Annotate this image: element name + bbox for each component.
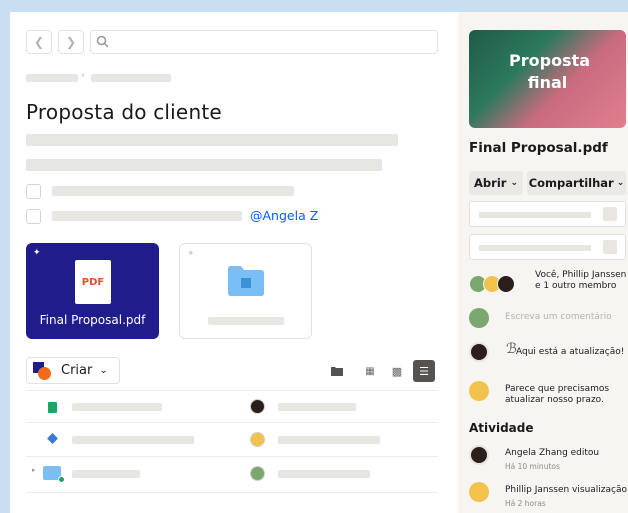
main-pane: ❮ ❯ › Proposta do cliente @Angela Z ✦ PD… <box>10 12 458 513</box>
search-icon <box>96 35 109 48</box>
pin-icon[interactable]: ✦ <box>187 249 195 259</box>
open-button[interactable]: Abrir ⌄ <box>469 171 523 195</box>
owner-placeholder <box>278 436 380 444</box>
file-card-pdf[interactable]: ✦ PDF Final Proposal.pdf <box>26 243 159 339</box>
expand-icon[interactable]: ▸ <box>32 466 36 474</box>
tile-view-button[interactable]: ▩ <box>386 360 408 382</box>
owner-placeholder <box>278 403 356 411</box>
avatar <box>469 308 489 328</box>
chevron-left-icon: ❮ <box>33 35 45 49</box>
create-logo-icon <box>33 361 51 380</box>
back-button[interactable]: ❮ <box>26 30 52 54</box>
chevron-down-icon: ⌄ <box>510 178 518 188</box>
comment-text: Aqui está a atualização! <box>516 347 625 357</box>
avatar <box>469 342 489 362</box>
preview-title: Proposta final <box>509 51 591 92</box>
mention-link[interactable]: @Angela Z <box>250 208 318 223</box>
activity-text: Angela Zhang editou <box>505 448 600 458</box>
table-divider <box>26 492 438 493</box>
file-name-placeholder <box>72 470 140 478</box>
app-window: ❮ ❯ › Proposta do cliente @Angela Z ✦ PD… <box>10 12 628 513</box>
file-preview-thumbnail[interactable]: Proposta final <box>469 30 626 128</box>
tile-view-icon: ▩ <box>391 364 403 378</box>
dropbox-paper-icon <box>47 433 58 444</box>
file-name-placeholder <box>72 436 194 444</box>
sidebar-field[interactable] <box>469 201 626 227</box>
pdf-icon: PDF <box>75 260 111 304</box>
table-divider <box>26 456 438 457</box>
owner-placeholder <box>278 470 370 478</box>
text-placeholder <box>26 159 382 171</box>
pin-icon[interactable]: ✦ <box>33 248 41 258</box>
activity-heading: Atividade <box>469 421 534 435</box>
sidebar-field[interactable] <box>469 234 626 260</box>
list-view-button[interactable]: ☰ <box>413 360 435 382</box>
breadcrumb-item[interactable] <box>91 74 171 82</box>
members-text: Você, Phillip Janssen e 1 outro membro <box>535 270 627 291</box>
avatar <box>469 445 489 465</box>
avatar <box>250 432 265 447</box>
checklist-checkbox[interactable] <box>26 209 41 224</box>
folder-icon <box>228 266 264 296</box>
page-title: Proposta do cliente <box>26 100 222 124</box>
search-input[interactable] <box>90 30 438 54</box>
grid-view-button[interactable]: ▦ <box>359 360 381 382</box>
chevron-right-icon: ❯ <box>65 35 77 49</box>
file-card-label: Final Proposal.pdf <box>39 313 146 327</box>
file-card-folder[interactable]: ✦ <box>179 243 312 339</box>
comment-input[interactable]: Escreva um comentário <box>505 312 612 323</box>
forward-button[interactable]: ❯ <box>58 30 84 54</box>
avatar <box>250 466 265 481</box>
comment-text: Parece que precisamos atualizar nosso pr… <box>505 384 610 405</box>
file-card-label-placeholder <box>208 317 284 325</box>
avatar <box>497 275 515 293</box>
list-view-icon: ☰ <box>419 364 429 378</box>
checklist-item-text <box>52 211 242 221</box>
folder-view-button[interactable] <box>326 360 348 382</box>
activity-time: Há 2 horas <box>505 499 546 508</box>
checklist-item-text <box>52 186 294 196</box>
sidebar-file-name: Final Proposal.pdf <box>469 140 608 156</box>
checklist-checkbox[interactable] <box>26 184 41 199</box>
table-divider <box>26 422 438 423</box>
chevron-down-icon: ⌄ <box>616 178 625 188</box>
sidebar: Proposta final Final Proposal.pdf Abrir … <box>458 12 628 513</box>
share-button[interactable]: Compartilhar ⌄ <box>527 171 626 195</box>
folder-icon <box>331 367 343 376</box>
breadcrumb-separator: › <box>81 70 85 81</box>
chevron-down-icon: ⌄ <box>99 365 108 376</box>
create-button[interactable]: Criar ⌄ <box>26 357 120 384</box>
avatar <box>469 482 489 502</box>
file-name-placeholder <box>72 403 162 411</box>
activity-text: Phillip Janssen visualização <box>505 485 628 495</box>
grid-view-icon: ▦ <box>365 365 375 377</box>
text-placeholder <box>26 134 398 146</box>
table-divider <box>26 390 438 391</box>
sheets-icon <box>48 402 57 413</box>
synced-badge-icon <box>58 476 65 483</box>
avatar <box>250 399 265 414</box>
breadcrumb-item[interactable] <box>26 74 78 82</box>
avatar <box>469 381 489 401</box>
activity-time: Há 10 minutos <box>505 462 560 471</box>
